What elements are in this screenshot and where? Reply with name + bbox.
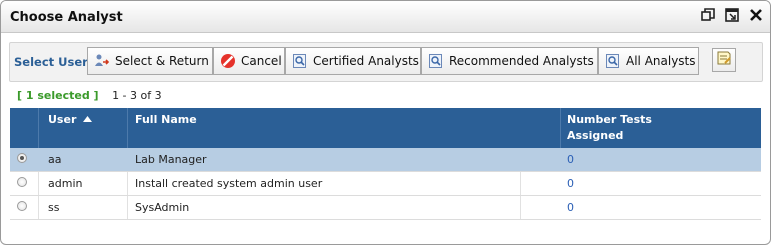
column-header-user[interactable]: User bbox=[48, 112, 93, 128]
recommended-analysts-button[interactable]: Recommended Analysts bbox=[421, 47, 598, 75]
close-icon[interactable] bbox=[748, 7, 764, 23]
column-divider bbox=[127, 108, 128, 148]
popout-window-icon[interactable] bbox=[724, 7, 740, 23]
all-analysts-label: All Analysts bbox=[626, 54, 696, 68]
analyst-grid: User Full Name Number Tests Assigned aa … bbox=[10, 108, 761, 220]
cell-number-tests[interactable]: 0 bbox=[567, 201, 574, 214]
row-radio[interactable] bbox=[17, 201, 27, 211]
window-controls bbox=[700, 7, 764, 23]
note-icon bbox=[716, 50, 732, 70]
toolbar: Select Users Select & Return Cancel Cert… bbox=[9, 42, 763, 82]
cancel-icon bbox=[220, 53, 236, 69]
certified-analysts-label: Certified Analysts bbox=[313, 54, 419, 68]
magnifier-document-icon bbox=[428, 53, 444, 69]
record-range: 1 - 3 of 3 bbox=[112, 89, 162, 102]
column-divider bbox=[38, 172, 39, 195]
user-arrow-icon bbox=[94, 53, 110, 69]
column-divider bbox=[127, 172, 128, 195]
row-radio[interactable] bbox=[17, 177, 27, 187]
select-and-return-button[interactable]: Select & Return bbox=[87, 47, 213, 75]
selected-count: [ 1 selected ] bbox=[17, 89, 99, 102]
cell-number-tests[interactable]: 0 bbox=[567, 153, 574, 166]
cell-user: aa bbox=[48, 153, 62, 166]
table-row[interactable]: ss SysAdmin 0 bbox=[10, 196, 761, 220]
dialog-title: Choose Analyst bbox=[10, 10, 123, 25]
column-header-full-name-label: Full Name bbox=[135, 113, 197, 126]
selection-status: [ 1 selected ] 1 - 3 of 3 bbox=[17, 89, 162, 102]
column-divider bbox=[127, 196, 128, 219]
all-analysts-button[interactable]: All Analysts bbox=[598, 47, 699, 75]
table-row[interactable]: admin Install created system admin user … bbox=[10, 172, 761, 196]
cell-full-name: Lab Manager bbox=[135, 153, 207, 166]
recommended-analysts-label: Recommended Analysts bbox=[449, 54, 594, 68]
cancel-button[interactable]: Cancel bbox=[213, 47, 285, 75]
title-bar: Choose Analyst bbox=[1, 1, 770, 33]
cell-full-name: Install created system admin user bbox=[135, 177, 323, 190]
cell-user: admin bbox=[48, 177, 83, 190]
magnifier-document-icon bbox=[605, 53, 621, 69]
row-radio[interactable] bbox=[17, 153, 27, 163]
select-and-return-label: Select & Return bbox=[115, 54, 209, 68]
column-divider bbox=[38, 196, 39, 219]
column-header-full-name[interactable]: Full Name bbox=[135, 112, 197, 128]
select-users-label: Select Users bbox=[14, 55, 95, 69]
cancel-label: Cancel bbox=[241, 54, 282, 68]
column-divider bbox=[520, 172, 521, 195]
column-header-number-tests-label: Number Tests bbox=[567, 113, 652, 126]
table-row[interactable]: aa Lab Manager 0 bbox=[10, 148, 761, 172]
column-divider bbox=[38, 108, 39, 148]
cell-user: ss bbox=[48, 201, 60, 214]
column-divider bbox=[520, 196, 521, 219]
restore-window-icon[interactable] bbox=[700, 7, 716, 23]
column-header-user-label: User bbox=[48, 113, 77, 126]
column-header-number-tests-label-2: Assigned bbox=[567, 129, 624, 142]
note-button[interactable] bbox=[712, 48, 736, 72]
magnifier-document-icon bbox=[292, 53, 308, 69]
sort-ascending-icon bbox=[83, 116, 93, 122]
column-header-number-tests[interactable]: Number Tests Assigned bbox=[567, 112, 652, 144]
cell-full-name: SysAdmin bbox=[135, 201, 190, 214]
cell-number-tests[interactable]: 0 bbox=[567, 177, 574, 190]
choose-analyst-dialog: Choose Analyst Select Users Select & Ret… bbox=[0, 0, 771, 245]
column-divider bbox=[560, 108, 561, 148]
certified-analysts-button[interactable]: Certified Analysts bbox=[285, 47, 421, 75]
grid-header: User Full Name Number Tests Assigned bbox=[10, 108, 761, 148]
